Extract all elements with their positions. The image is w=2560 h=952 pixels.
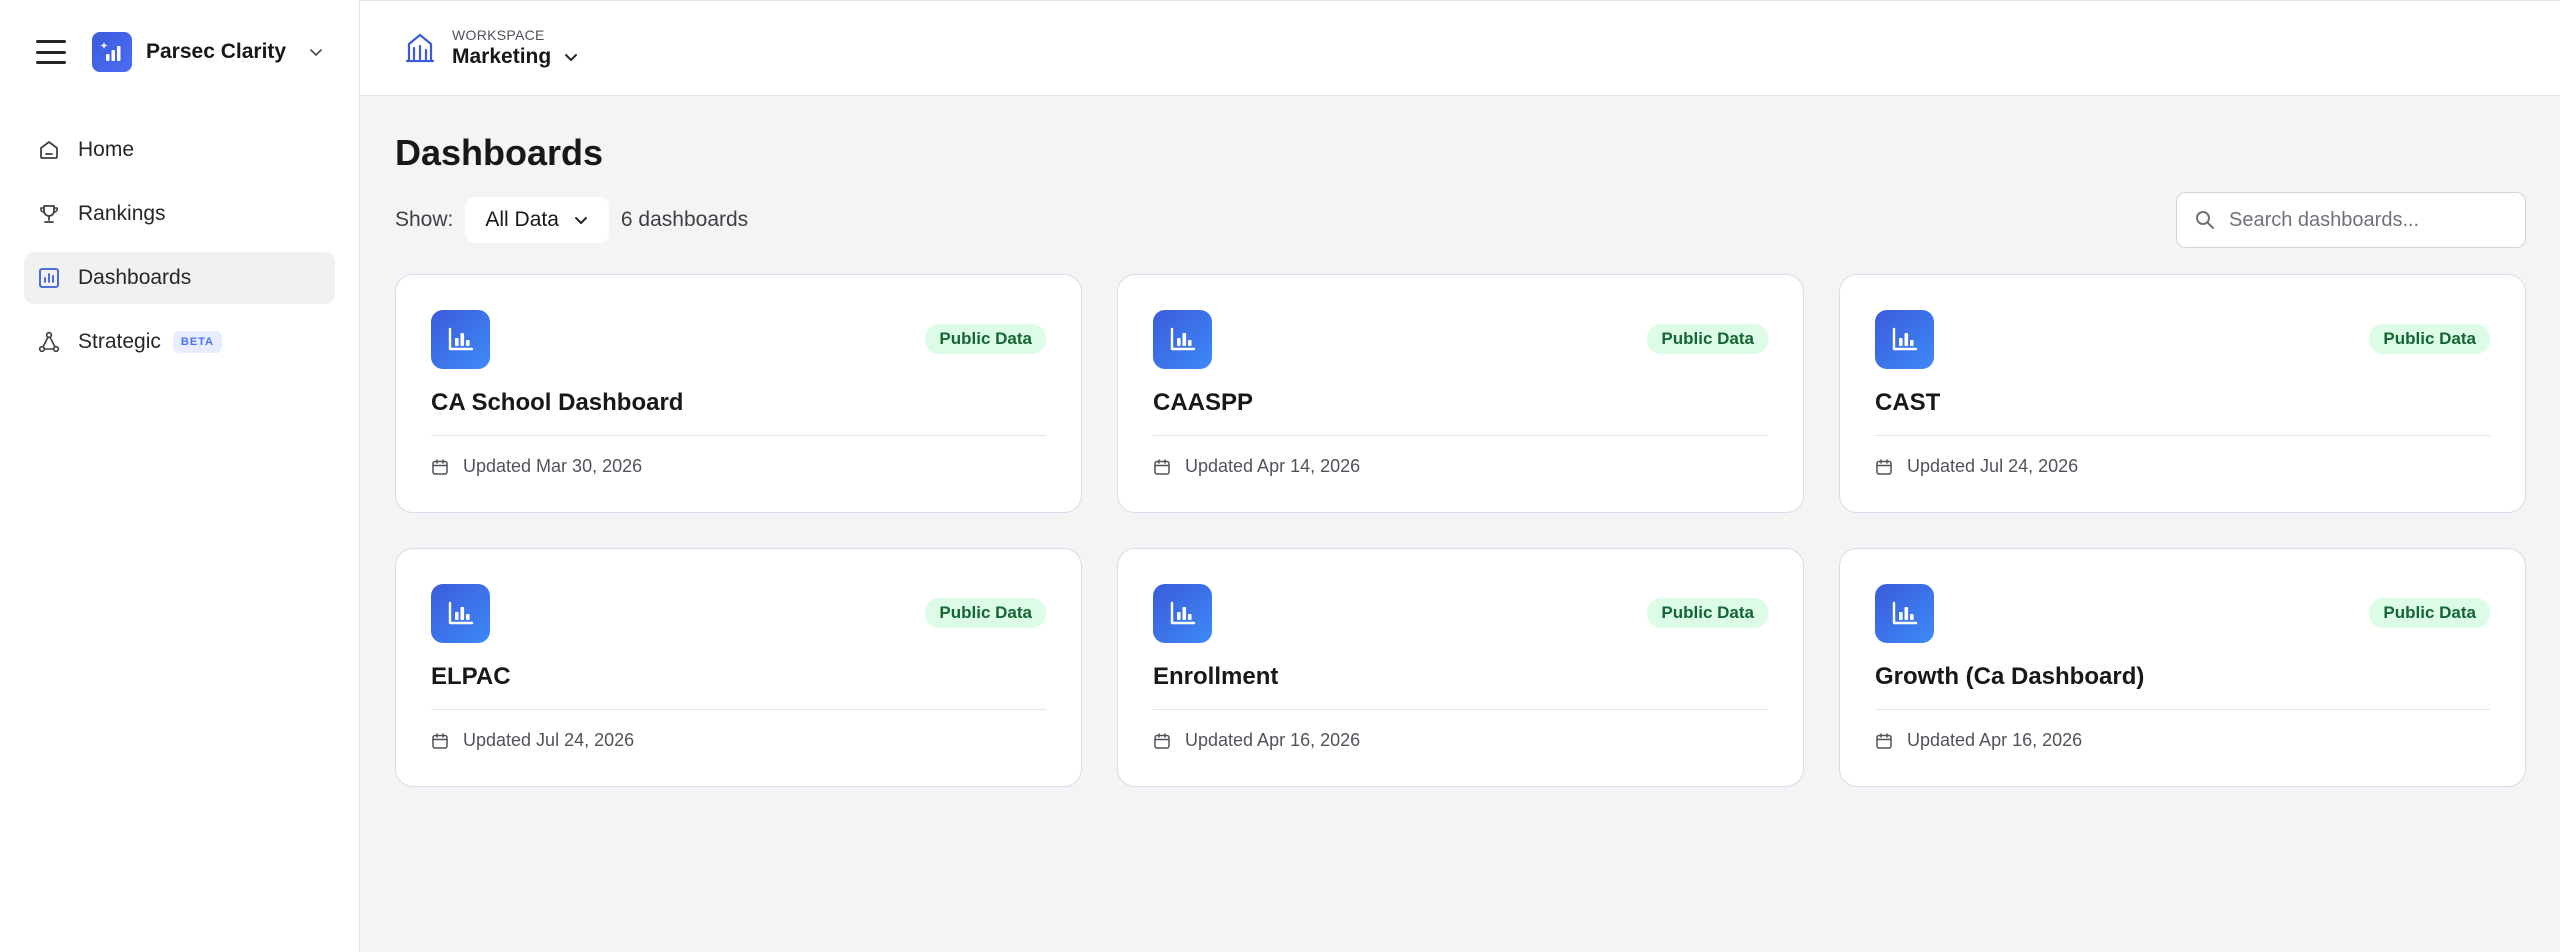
updated-date: Updated Jul 24, 2026 xyxy=(463,730,635,750)
divider xyxy=(1153,435,1768,436)
sidebar-header: Parsec Clarity xyxy=(0,0,359,104)
filter-value: All Data xyxy=(485,208,559,231)
card-title: Enrollment xyxy=(1153,663,1279,690)
calendar-icon xyxy=(1875,732,1893,750)
sidebar-item-label: Dashboards xyxy=(78,266,192,289)
calendar-icon xyxy=(1153,458,1171,476)
workspace-label: WORKSPACE xyxy=(452,27,545,43)
divider xyxy=(1875,709,2490,710)
workspace-dropdown[interactable]: Marketing xyxy=(452,45,581,69)
status-badge: Public Data xyxy=(925,324,1046,354)
dashboard-card[interactable]: Public Data ELPAC Updated Jul 24, 2026 xyxy=(395,548,1082,787)
sidebar-item-dashboards[interactable]: Dashboards xyxy=(24,252,335,304)
status-badge: Public Data xyxy=(1647,324,1768,354)
chevron-down-icon xyxy=(563,48,581,66)
topbar: WORKSPACE Marketing xyxy=(360,0,2560,96)
updated-date: Updated Apr 16, 2026 xyxy=(1185,730,1361,750)
page-title: Dashboards xyxy=(395,132,604,173)
app-root: Parsec Clarity Home Rankings Dashboards … xyxy=(0,0,2560,952)
sidebar: Parsec Clarity Home Rankings Dashboards … xyxy=(0,0,360,952)
calendar-icon xyxy=(1153,732,1171,750)
bar-chart-icon xyxy=(431,309,490,369)
workspace-switcher: WORKSPACE Marketing xyxy=(452,27,581,69)
bar-chart-icon xyxy=(1875,583,1934,643)
updated-date: Updated Apr 14, 2026 xyxy=(1185,456,1361,476)
dashboard-card[interactable]: Public Data CAASPP Updated Apr 14, 2026 xyxy=(1117,274,1804,513)
card-title: ELPAC xyxy=(431,663,511,690)
dashboard-card[interactable]: Public Data CAST Updated Jul 24, 2026 xyxy=(1839,274,2526,513)
dashboards-page: Dashboards Show: All Data 6 dashboards S… xyxy=(360,96,2560,787)
chevron-down-icon xyxy=(573,211,591,229)
search-icon xyxy=(2193,208,2217,232)
network-icon xyxy=(36,329,62,355)
workspace-name: Marketing xyxy=(452,45,552,68)
search-box[interactable] xyxy=(2176,192,2526,248)
card-title: Growth (Ca Dashboard) xyxy=(1875,663,2145,690)
show-label: Show: xyxy=(395,208,454,231)
calendar-icon xyxy=(431,458,449,476)
sidebar-item-home[interactable]: Home xyxy=(24,124,335,176)
status-badge: Public Data xyxy=(1647,598,1768,628)
sidebar-nav: Home Rankings Dashboards Strategic BETA xyxy=(0,104,359,368)
dashboard-grid: Public Data CA School Dashboard Updated … xyxy=(395,274,2526,787)
data-filter-select[interactable]: All Data xyxy=(465,197,609,243)
chevron-down-icon[interactable] xyxy=(306,42,326,62)
card-title: CAST xyxy=(1875,389,1941,416)
brand-name[interactable]: Parsec Clarity xyxy=(146,40,286,64)
dashboard-count: 6 dashboards xyxy=(620,208,749,231)
brand-logo-icon xyxy=(92,32,132,72)
dashboard-card[interactable]: Public Data Growth (Ca Dashboard) Update… xyxy=(1839,548,2526,787)
updated-date: Updated Apr 16, 2026 xyxy=(1907,730,2083,750)
bar-chart-icon xyxy=(431,583,490,643)
dashboard-card[interactable]: Public Data CA School Dashboard Updated … xyxy=(395,274,1082,513)
main-area: WORKSPACE Marketing Dashboards Show: All… xyxy=(360,0,2560,952)
status-badge: Public Data xyxy=(2369,598,2490,628)
calendar-icon xyxy=(1875,458,1893,476)
building-icon xyxy=(402,30,438,66)
status-badge: Public Data xyxy=(925,598,1046,628)
sidebar-item-label: Home xyxy=(78,138,135,161)
divider xyxy=(1153,709,1768,710)
home-icon xyxy=(36,137,62,163)
bar-chart-icon xyxy=(1153,309,1212,369)
sidebar-item-strategic[interactable]: Strategic BETA xyxy=(24,316,335,368)
beta-badge: BETA xyxy=(172,331,223,353)
bar-chart-icon xyxy=(1875,309,1934,369)
updated-date: Updated Mar 30, 2026 xyxy=(463,456,643,476)
divider xyxy=(431,435,1046,436)
dashboard-card[interactable]: Public Data Enrollment Updated Apr 16, 2… xyxy=(1117,548,1804,787)
sidebar-item-label: Strategic xyxy=(78,330,161,353)
card-title: CA School Dashboard xyxy=(431,389,684,416)
sidebar-item-rankings[interactable]: Rankings xyxy=(24,188,335,240)
calendar-icon xyxy=(431,732,449,750)
bar-chart-icon xyxy=(1153,583,1212,643)
trophy-icon xyxy=(36,201,62,227)
status-badge: Public Data xyxy=(2369,324,2490,354)
divider xyxy=(1875,435,2490,436)
search-input[interactable] xyxy=(2229,208,2509,232)
divider xyxy=(431,709,1046,710)
card-title: CAASPP xyxy=(1153,389,1254,416)
chart-icon xyxy=(36,265,62,291)
menu-icon[interactable] xyxy=(36,40,66,64)
updated-date: Updated Jul 24, 2026 xyxy=(1907,456,2079,476)
sidebar-item-label: Rankings xyxy=(78,202,166,225)
filter-row: Show: All Data 6 dashboards xyxy=(395,192,2526,248)
